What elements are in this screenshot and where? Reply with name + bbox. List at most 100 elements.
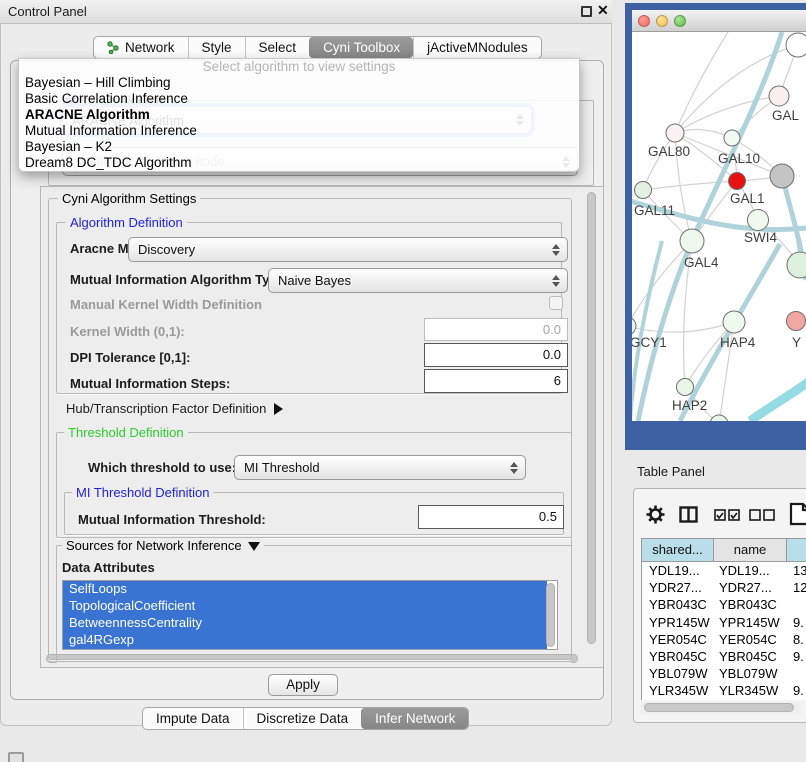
table-row[interactable]: YBR043C YBR043C — [642, 596, 806, 613]
cyni-settings-group-label: Cyni Algorithm Settings — [58, 191, 200, 206]
svg-text:GAL4: GAL4 — [684, 255, 719, 270]
document-icon[interactable] — [789, 502, 806, 526]
column-header-shared-name[interactable]: shared... — [641, 538, 714, 562]
control-panel-tabbar: Network Style Select Cyni Toolbox jActiv… — [93, 36, 542, 59]
popup-item-selected[interactable]: ARACNE Algorithm — [19, 107, 579, 123]
tab-impute-data-label: Impute Data — [156, 711, 230, 726]
cell-name: YLR345W — [719, 683, 778, 698]
algorithm-definition-label: Algorithm Definition — [66, 215, 187, 230]
tab-select-label: Select — [259, 40, 297, 55]
popup-item[interactable]: Dream8 DC_TDC Algorithm — [19, 155, 579, 171]
table-row[interactable]: YPR145W YPR145W 9. — [642, 614, 806, 631]
aracne-mode-value: Discovery — [138, 242, 195, 257]
table-row[interactable]: YDR27... YDR27... 12 — [642, 579, 806, 596]
control-panel-titlebar: Control Panel ✕ — [0, 0, 612, 24]
threshold-definition-label: Threshold Definition — [64, 425, 188, 440]
cell-name: YPR145W — [719, 615, 780, 630]
zoom-traffic-light-icon[interactable] — [674, 15, 686, 27]
cell-shared-name: YER054C — [649, 632, 707, 647]
tab-cyni-toolbox[interactable]: Cyni Toolbox — [309, 37, 413, 58]
tab-jactivemnodules[interactable]: jActiveMNodules — [413, 37, 541, 58]
popup-item[interactable]: Bayesian – K2 — [19, 139, 579, 155]
combo-stepper-icon — [552, 275, 560, 287]
tab-network-label: Network — [125, 40, 175, 55]
minimize-traffic-light-icon[interactable] — [656, 15, 668, 27]
tab-impute-data[interactable]: Impute Data — [143, 708, 243, 729]
apply-button[interactable]: Apply — [268, 674, 338, 696]
which-threshold-combo[interactable]: MI Threshold — [234, 455, 526, 480]
collapsed-panel-icon[interactable] — [8, 752, 24, 762]
control-panel-title: Control Panel — [8, 4, 87, 19]
svg-text:GAL: GAL — [772, 108, 800, 123]
cell-shared-name: YDR27... — [649, 580, 702, 595]
close-icon[interactable]: ✕ — [597, 2, 609, 19]
table-hscrollbar-thumb[interactable] — [644, 703, 794, 712]
cell-shared-name: YBL079W — [649, 666, 708, 681]
aracne-mode-combo[interactable]: Discovery — [128, 237, 568, 262]
attribute-item-selected[interactable]: BetweennessCentrality — [63, 615, 547, 632]
bottom-tabbar: Impute Data Discretize Data Infer Networ… — [142, 707, 469, 730]
mi-type-combo[interactable]: Naive Bayes — [268, 268, 568, 293]
tab-style[interactable]: Style — [188, 37, 245, 58]
cell-name: YER054C — [719, 632, 777, 647]
table-row[interactable]: YBR045C YBR045C 9. — [642, 648, 806, 665]
table-row[interactable]: YER054C YER054C 8. — [642, 631, 806, 648]
table-row[interactable]: YLR345W YLR345W 9. — [642, 682, 806, 699]
hub-definition-expander[interactable]: Hub/Transcription Factor Definition — [66, 401, 283, 416]
svg-text:GAL10: GAL10 — [718, 151, 760, 166]
sources-expander[interactable]: Sources for Network Inference — [62, 538, 264, 553]
table-row[interactable]: YBL079W YBL079W — [642, 665, 806, 682]
data-attributes-label: Data Attributes — [62, 560, 155, 575]
column-header-partial[interactable]: A — [786, 538, 806, 562]
manual-kernel-checkbox[interactable] — [549, 296, 563, 310]
table-panel-title: Table Panel — [637, 464, 705, 479]
mi-threshold-field[interactable]: 0.5 — [418, 505, 564, 529]
tab-select[interactable]: Select — [245, 37, 310, 58]
deselect-all-boxes-icon[interactable] — [749, 509, 776, 521]
hub-definition-label: Hub/Transcription Factor Definition — [66, 401, 266, 416]
svg-text:SWI4: SWI4 — [744, 230, 777, 245]
split-columns-icon[interactable] — [679, 506, 698, 523]
attribute-item-selected[interactable]: SelfLoops — [63, 581, 547, 598]
table-row[interactable]: YIL052C YIL052C 9 — [642, 700, 806, 701]
mi-threshold-label: Mutual Information Threshold: — [78, 512, 266, 527]
dpi-tolerance-field[interactable]: 0.0 — [424, 343, 568, 367]
popup-item[interactable]: Mutual Information Inference — [19, 123, 579, 139]
which-threshold-value: MI Threshold — [244, 460, 320, 475]
table-row[interactable]: YDL19... YDL19... 13 — [642, 562, 806, 579]
network-view-canvas[interactable]: GALGAL80GAL10GAL1GAL11SWI4GAL4GCY1HAP4YH… — [632, 32, 806, 421]
cell-name: YDR27... — [719, 580, 772, 595]
select-all-checks-icon[interactable] — [714, 509, 741, 521]
expander-right-icon — [274, 403, 283, 415]
svg-text:GAL1: GAL1 — [730, 191, 765, 206]
close-traffic-light-icon[interactable] — [638, 15, 650, 27]
combo-stepper-icon — [510, 462, 518, 474]
settings-vertical-scrollbar[interactable] — [587, 192, 596, 644]
network-canvas-svg: GALGAL80GAL10GAL1GAL11SWI4GAL4GCY1HAP4YH… — [632, 32, 806, 421]
tab-infer-network[interactable]: Infer Network — [361, 708, 468, 729]
mi-threshold-group-label: MI Threshold Definition — [72, 485, 213, 500]
algorithm-popup: Select algorithm to view settings Bayesi… — [18, 58, 580, 172]
attribute-item-selected[interactable]: gal4RGexp — [63, 632, 547, 649]
kernel-width-field[interactable]: 0.0 — [424, 318, 568, 341]
popup-item[interactable]: Basic Correlation Inference — [19, 91, 579, 107]
cell-value: 9. — [793, 683, 804, 698]
tab-discretize-data-label: Discretize Data — [257, 711, 349, 726]
network-window-titlebar[interactable] — [632, 10, 806, 32]
column-header-name[interactable]: name — [713, 538, 787, 562]
cell-shared-name: YBR043C — [649, 597, 707, 612]
attributes-list-scrollbar[interactable] — [546, 583, 555, 647]
table-hscrollbar-track[interactable] — [641, 702, 801, 714]
gear-icon[interactable] — [646, 505, 665, 524]
tab-discretize-data[interactable]: Discretize Data — [243, 708, 362, 729]
expander-down-icon — [248, 542, 260, 551]
attribute-item-selected[interactable]: TopologicalCoefficient — [63, 598, 547, 615]
mi-steps-field[interactable]: 6 — [424, 369, 568, 393]
cell-shared-name: YLR345W — [649, 683, 708, 698]
data-attributes-list: SelfLoops TopologicalCoefficient Between… — [62, 580, 558, 650]
tab-network[interactable]: Network — [94, 37, 188, 58]
svg-text:HAP2: HAP2 — [672, 398, 707, 413]
popup-item[interactable]: Bayesian – Hill Climbing — [19, 75, 579, 91]
cell-shared-name: YPR145W — [649, 615, 710, 630]
float-window-icon[interactable] — [581, 6, 592, 17]
